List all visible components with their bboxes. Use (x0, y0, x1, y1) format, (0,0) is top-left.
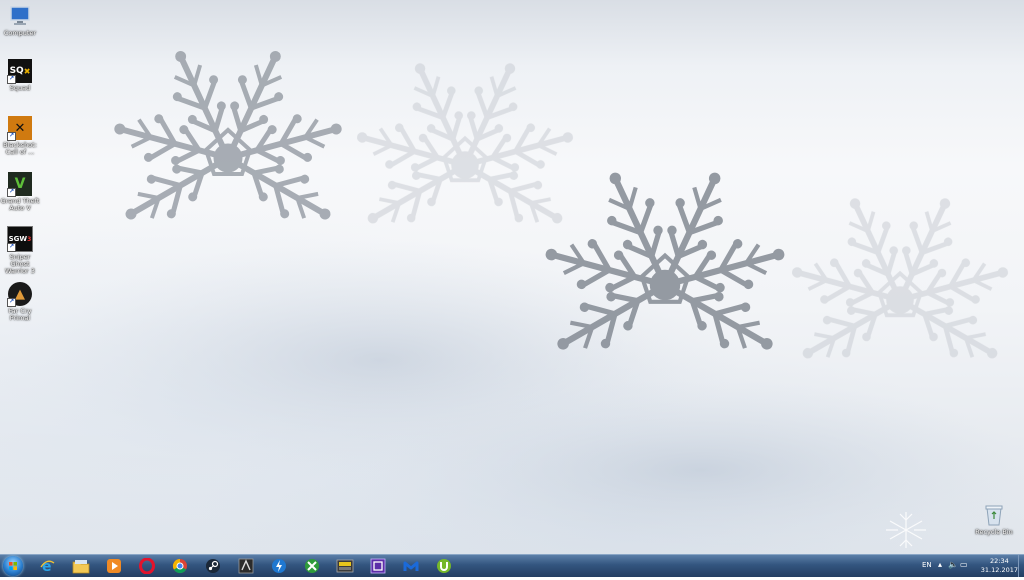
desktop-icon-label: Blackshot: Call of ... (3, 141, 37, 156)
desktop-icon-blackshot[interactable]: ✕ ↗ Blackshot: Call of ... (0, 116, 40, 156)
shortcut-arrow-icon: ↗ (7, 298, 16, 307)
squad-icon: SQ ✖ ↗ (7, 59, 32, 84)
desktop-icon-label: Far Cry Primal (8, 307, 32, 322)
shortcut-arrow-icon: ↗ (7, 75, 16, 84)
blackshot-icon: ✕ ↗ (7, 116, 32, 141)
desktop-icon-label: Recycle Bin (975, 528, 1013, 536)
green-app-icon[interactable] (303, 557, 321, 575)
shortcut-arrow-icon: ↗ (7, 188, 16, 197)
start-orb-icon[interactable] (3, 556, 23, 576)
snowflake-logo-icon (880, 508, 932, 552)
clock-date: 31.12.2017 (980, 566, 1018, 574)
computer-icon (8, 4, 32, 28)
internet-explorer-icon[interactable]: e (38, 557, 56, 575)
show-desktop-button[interactable] (1018, 555, 1024, 577)
blue-lightning-icon[interactable] (270, 557, 288, 575)
desktop-icon-label: Grand Theft Auto V (0, 197, 40, 212)
steam-icon[interactable] (204, 557, 222, 575)
game-app-icon[interactable] (237, 557, 255, 575)
desktop-icon-label: Squad (9, 84, 31, 92)
gta-v-icon: V ↗ (7, 172, 32, 197)
media-player-icon[interactable] (105, 557, 123, 575)
utorrent-icon[interactable] (435, 557, 453, 575)
system-tray: EN ▴ 🔈 ▭ 22:34 31.12.2017 (914, 555, 1024, 577)
chrome-icon[interactable] (171, 557, 189, 575)
sniper-ghost-warrior-icon: SGW 3 ↗ (7, 226, 33, 252)
desktop-icon-squad[interactable]: SQ ✖ ↗ Squad (0, 59, 40, 92)
clock-time: 22:34 (990, 557, 1009, 565)
volume-icon[interactable]: 🔈 (948, 560, 958, 569)
desktop-icon-far-cry-primal[interactable]: ▲ ↗ Far Cry Primal (0, 282, 40, 322)
network-icon[interactable]: ▭ (960, 560, 968, 569)
shortcut-arrow-icon: ↗ (7, 243, 16, 252)
show-hidden-icons-icon[interactable]: ▴ (938, 560, 942, 569)
desktop-icon-recycle-bin[interactable]: Recycle Bin (974, 503, 1014, 536)
game-launcher-icon[interactable] (336, 557, 354, 575)
desktop-icon-label: Computer (3, 29, 37, 37)
purple-app-icon[interactable] (369, 557, 387, 575)
desktop-icon-computer[interactable]: Computer (0, 4, 40, 37)
desktop-icon-label: Sniper Ghost Warrior 3 (5, 253, 35, 275)
clock[interactable]: 22:34 31.12.2017 (981, 557, 1018, 575)
desktop-icon-sniper-ghost-warrior[interactable]: SGW 3 ↗ Sniper Ghost Warrior 3 (0, 226, 40, 275)
desktop[interactable]: Computer SQ ✖ ↗ Squad ✕ ↗ Blackshot: Call… (0, 0, 1024, 554)
opera-icon[interactable] (138, 557, 156, 575)
file-explorer-icon[interactable] (72, 557, 90, 575)
shortcut-arrow-icon: ↗ (7, 132, 16, 141)
snowflake-wallpaper (20, 0, 1024, 554)
taskbar: e EN ▴ 🔈 ▭ 22:34 31.12.2017 (0, 554, 1024, 577)
language-indicator[interactable]: EN (922, 561, 932, 569)
malwarebytes-icon[interactable] (402, 557, 420, 575)
far-cry-primal-icon: ▲ ↗ (7, 282, 32, 307)
recycle-bin-icon (982, 503, 1006, 527)
desktop-icon-gta-v[interactable]: V ↗ Grand Theft Auto V (0, 172, 40, 212)
